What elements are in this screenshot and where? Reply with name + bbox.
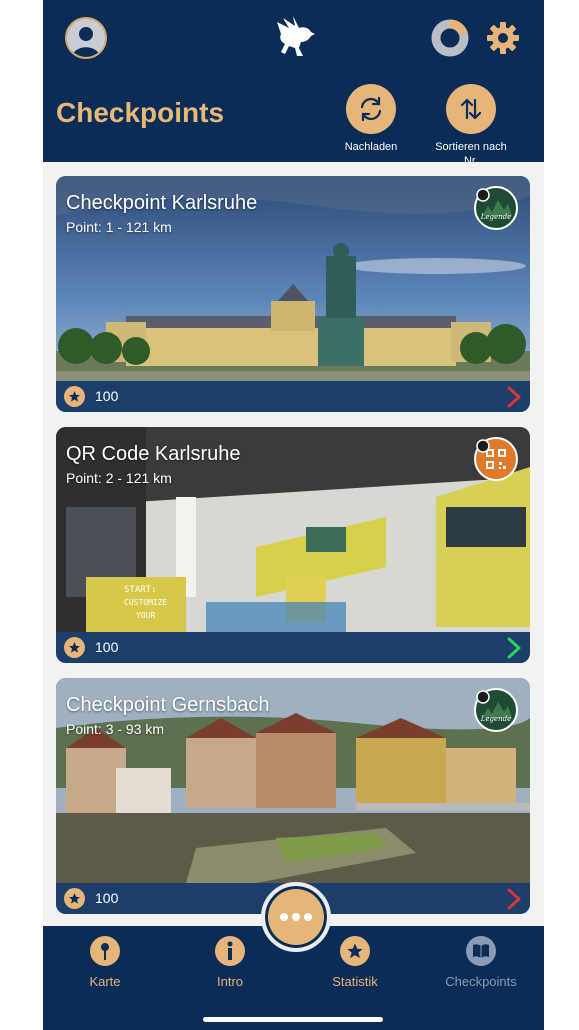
card-title: Checkpoint Karlsruhe: [66, 192, 258, 214]
map-pin-icon: [90, 936, 120, 966]
nav-label: Intro: [216, 974, 243, 989]
book-icon: [466, 936, 496, 966]
page-title: Checkpoints: [56, 97, 225, 128]
sort-arrows-icon: [446, 84, 496, 134]
home-indicator: [203, 1017, 383, 1022]
card-points: 100: [95, 388, 119, 404]
more-button[interactable]: [261, 882, 331, 952]
chevron-right-icon[interactable]: [506, 888, 522, 910]
card-footer: 100: [56, 381, 530, 412]
svg-text:START:: START:: [124, 585, 157, 595]
refresh-icon: [346, 84, 396, 134]
more-dots-icon: [280, 913, 312, 921]
checkpoint-card[interactable]: START: CUSTOMIZE YOUR QR Code Karlsruhe …: [56, 427, 530, 663]
profile-avatar-icon[interactable]: [65, 17, 107, 59]
card-subtitle: Point: 1 - 121 km: [66, 219, 172, 235]
svg-text:YOUR: YOUR: [136, 611, 155, 620]
star-icon: [64, 637, 85, 658]
sort-label: Sortieren nach Nr.: [435, 141, 507, 167]
svg-text:CUSTOMIZE: CUSTOMIZE: [124, 598, 168, 607]
header: Checkpoints Nachladen Sortieren nach Nr.: [43, 0, 544, 167]
checkpoint-card[interactable]: Checkpoint Gernsbach Point: 3 - 93 km Le…: [56, 678, 530, 914]
nav-item-checkpoints[interactable]: Checkpoints: [441, 936, 521, 989]
nav-label: Karte: [89, 974, 121, 989]
settings-gear-icon[interactable]: [485, 20, 521, 56]
nav-label: Statistik: [332, 974, 378, 989]
svg-text:Legende: Legende: [480, 715, 512, 723]
card-subtitle: Point: 2 - 121 km: [66, 470, 172, 486]
card-points: 100: [95, 890, 119, 906]
pegasus-logo-icon: [277, 16, 315, 56]
card-points: 100: [95, 639, 119, 655]
card-subtitle: Point: 3 - 93 km: [66, 721, 165, 737]
chevron-right-icon[interactable]: [506, 386, 522, 408]
qr-badge-icon: [474, 437, 518, 481]
nav-item-statistik[interactable]: Statistik: [315, 936, 395, 989]
reload-label: Nachladen: [344, 141, 398, 153]
nav-item-karte[interactable]: Karte: [65, 936, 145, 989]
star-icon: [64, 888, 85, 909]
progress-ring[interactable]: [430, 18, 470, 58]
info-icon: [215, 936, 245, 966]
nav-label: Checkpoints: [445, 974, 517, 989]
chevron-right-icon[interactable]: [506, 637, 522, 659]
legend-badge-icon: Legende: [474, 688, 518, 732]
nav-item-intro[interactable]: Intro: [190, 936, 270, 989]
star-icon: [340, 936, 370, 966]
sort-button[interactable]: Sortieren nach Nr.: [431, 84, 511, 168]
checkpoint-card[interactable]: Checkpoint Karlsruhe Point: 1 - 121 km L…: [56, 176, 530, 412]
reload-button[interactable]: Nachladen: [339, 84, 403, 154]
app-screen: Checkpoints Nachladen Sortieren nach Nr.: [43, 0, 544, 1030]
star-icon: [64, 386, 85, 407]
legend-badge-icon: Legende: [474, 186, 518, 230]
svg-text:Legende: Legende: [480, 213, 512, 221]
card-title: QR Code Karlsruhe: [66, 443, 241, 465]
card-footer: 100: [56, 632, 530, 663]
card-title: Checkpoint Gernsbach: [66, 694, 270, 716]
